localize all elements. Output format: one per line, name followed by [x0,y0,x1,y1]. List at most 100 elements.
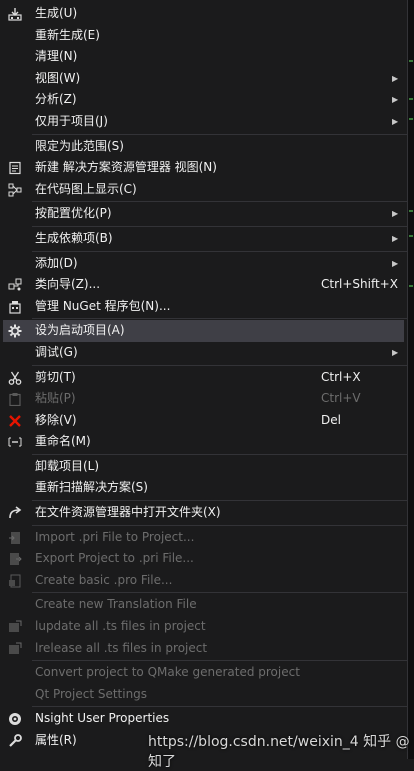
menu-item-add[interactable]: 添加(D) ▶ [0,253,407,275]
menu-item-label: 视图(W) [35,70,81,85]
menu-item-export-pri[interactable]: Export Project to .pri File... [0,548,407,570]
menu-item-label: 剪切(T) [35,369,76,384]
menu-item-shortcut: Ctrl+V [321,391,361,406]
paste-icon [7,391,23,407]
menu-item-create-translation-file[interactable]: Create new Translation File [0,594,407,616]
menu-item-scope-to-this[interactable]: 限定为此范围(S) [0,136,407,158]
menu-item-label: 卸载项目(L) [35,458,100,473]
menu-item-qt-project-settings[interactable]: Qt Project Settings [0,684,407,706]
watermark: https://blog.csdn.net/weixin_4 知乎 @知了 [148,734,410,770]
menu-separator [32,660,407,662]
menu-item-label: 移除(V) [35,412,77,427]
menu-item-label: 在文件资源管理器中打开文件夹(X) [35,505,221,520]
menu-item-remove[interactable]: 移除(V) Del [0,410,407,432]
menu-separator [32,500,407,502]
menu-item-unload-project[interactable]: 卸载项目(L) [0,456,407,478]
menu-item-build[interactable]: 生成(U) [0,3,407,25]
nsight-icon [7,711,23,727]
menu-item-rescan-solution[interactable]: 重新扫描解决方案(S) [0,477,407,499]
menu-item-label: lrelease all .ts files in project [35,640,208,655]
menu-item-set-as-startup-project[interactable]: 设为启动项目(A) [3,320,404,342]
menu-separator [32,453,407,455]
menu-item-class-wizard[interactable]: 类向导(Z)... Ctrl+Shift+X [0,274,407,296]
submenu-arrow-icon: ▶ [392,116,399,126]
menu-item-profile-guided-optimization[interactable]: 按配置优化(P) ▶ [0,203,407,225]
menu-item-paste[interactable]: 粘贴(P) Ctrl+V [0,388,407,410]
menu-item-manage-nuget[interactable]: 管理 NuGet 程序包(N)... [0,296,407,318]
menu-separator [32,250,407,252]
nuget-icon [7,299,23,315]
menu-item-label: 在代码图上显示(C) [35,181,137,196]
menu-item-project-only[interactable]: 仅用于项目(J) ▶ [0,111,407,133]
editor-edge [408,0,414,759]
menu-item-label: Export Project to .pri File... [35,551,194,566]
menu-item-label: 调试(G) [35,344,78,359]
menu-item-nsight-user-properties[interactable]: Nsight User Properties [0,708,407,730]
menu-item-lupdate[interactable]: lupdate all .ts files in project [0,616,407,638]
submenu-arrow-icon: ▶ [392,258,399,268]
menu-item-label: 粘贴(P) [35,391,76,406]
menu-item-import-pri[interactable]: Import .pri File to Project... [0,527,407,549]
menu-item-shortcut: Del [321,412,341,427]
code-map-icon [7,182,23,198]
submenu-arrow-icon: ▶ [392,347,399,357]
menu-separator [32,318,407,320]
menu-item-label: 分析(Z) [35,92,77,107]
menu-item-label: 添加(D) [35,255,78,270]
menu-item-label: Create new Translation File [35,597,197,612]
menu-item-rename[interactable]: 重命名(M) [0,431,407,453]
menu-item-label: Create basic .pro File... [35,572,173,587]
import-icon [7,530,23,546]
menu-item-lrelease[interactable]: lrelease all .ts files in project [0,638,407,660]
menu-item-analyze[interactable]: 分析(Z) ▶ [0,89,407,111]
scissors-icon [7,370,23,386]
menu-item-cut[interactable]: 剪切(T) Ctrl+X [0,367,407,389]
menu-separator [32,225,407,227]
submenu-arrow-icon: ▶ [392,73,399,83]
build-icon [7,6,23,22]
menu-item-open-in-file-explorer[interactable]: 在文件资源管理器中打开文件夹(X) [0,502,407,524]
menu-separator [32,592,407,594]
lrelease-icon [7,641,23,657]
rename-icon [7,434,23,450]
class-wizard-icon [7,277,23,293]
new-view-icon [7,160,23,176]
menu-item-rebuild[interactable]: 重新生成(E) [0,25,407,47]
menu-item-create-basic-pro[interactable]: Create basic .pro File... [0,570,407,592]
open-folder-icon [7,505,23,521]
menu-item-label: 设为启动项目(A) [35,323,125,338]
menu-item-label: 属性(R) [35,733,77,747]
menu-item-label: Nsight User Properties [35,711,170,726]
submenu-arrow-icon: ▶ [392,95,399,105]
menu-item-new-solution-explorer-view[interactable]: 新建 解决方案资源管理器 视图(N) [0,157,407,179]
pro-file-icon [7,573,23,589]
submenu-arrow-icon: ▶ [392,209,399,219]
menu-item-view[interactable]: 视图(W) ▶ [0,68,407,90]
menu-item-label: 清理(N) [35,49,78,64]
menu-separator [32,201,407,203]
menu-item-label: 限定为此范围(S) [35,138,124,153]
menu-item-label: 新建 解决方案资源管理器 视图(N) [35,160,217,175]
menu-item-build-dependencies[interactable]: 生成依赖项(B) ▶ [0,228,407,250]
menu-item-label: Import .pri File to Project... [35,529,195,544]
wrench-icon [7,733,23,749]
submenu-arrow-icon: ▶ [392,233,399,243]
menu-item-debug[interactable]: 调试(G) ▶ [0,342,407,364]
menu-item-label: 重新生成(E) [35,27,100,42]
menu-item-label: 类向导(Z)... [35,277,101,292]
menu-separator [32,524,407,526]
menu-item-label: 按配置优化(P) [35,206,112,221]
menu-item-label: lupdate all .ts files in project [35,619,206,634]
lupdate-icon [7,619,23,635]
menu-separator [32,133,407,135]
menu-item-label: 重命名(M) [35,434,91,449]
menu-item-label: 重新扫描解决方案(S) [35,480,148,495]
menu-item-shortcut: Ctrl+Shift+X [321,277,398,292]
menu-item-label: 生成依赖项(B) [35,230,113,245]
export-icon [7,551,23,567]
menu-item-show-on-code-map[interactable]: 在代码图上显示(C) [0,179,407,201]
menu-item-label: Convert project to QMake generated proje… [35,665,300,680]
menu-item-clean[interactable]: 清理(N) [0,46,407,68]
menu-item-convert-to-qmake[interactable]: Convert project to QMake generated proje… [0,662,407,684]
context-menu: 生成(U) 重新生成(E) 清理(N) 视图(W) ▶ 分析(Z) ▶ 仅用于项… [0,0,408,759]
